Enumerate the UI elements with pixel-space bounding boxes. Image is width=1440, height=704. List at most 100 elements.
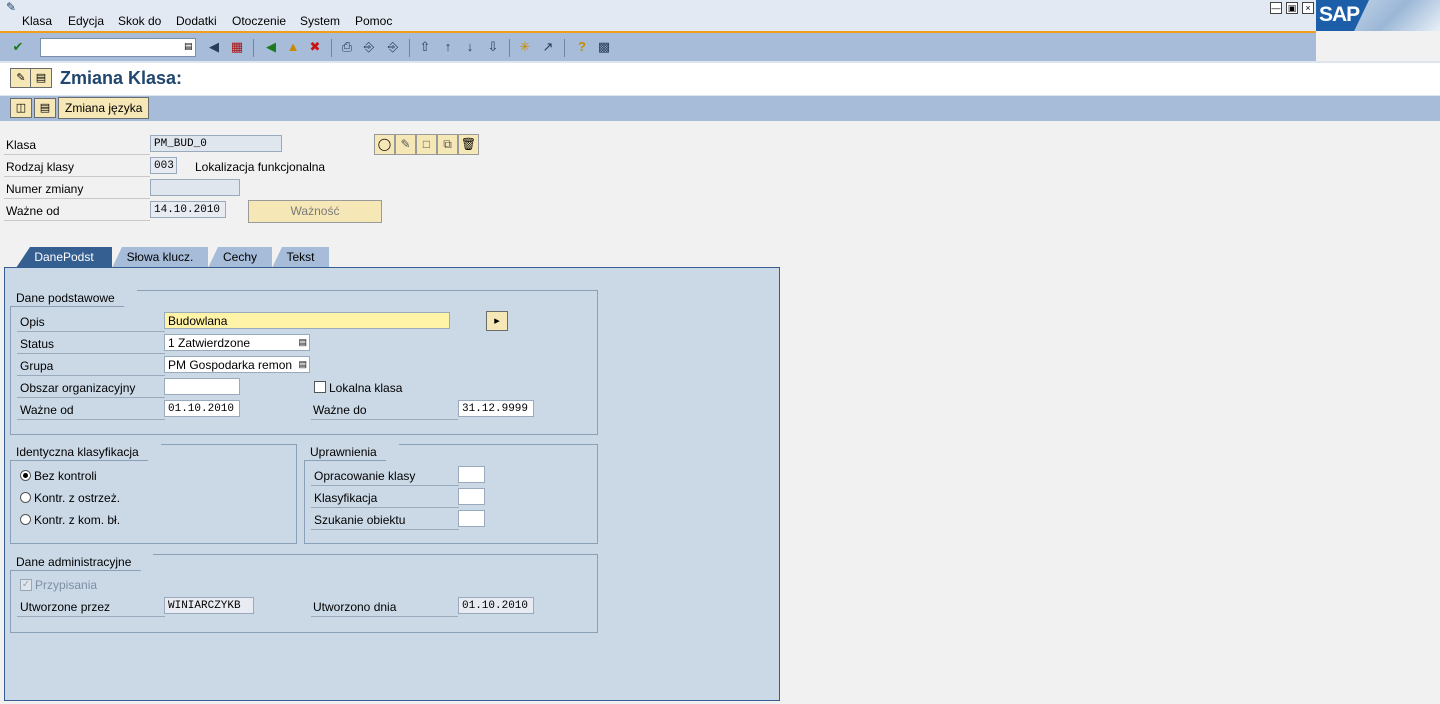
command-field[interactable]: ▤	[40, 38, 196, 57]
wazne-od-field[interactable]: 01.10.2010	[164, 400, 240, 417]
display-change-icon[interactable]: ✎	[10, 68, 32, 88]
restore-icon[interactable]: ▣	[1286, 2, 1298, 14]
row-divider	[4, 176, 150, 177]
tab-slowa-klucz[interactable]: Słowa klucz.	[112, 247, 208, 268]
wazne-od-header-field: 14.10.2010	[150, 201, 226, 218]
row-divider	[4, 154, 150, 155]
szukanie-field[interactable]	[458, 510, 485, 527]
first-page-icon[interactable]: ⇧	[417, 39, 433, 55]
tab-cechy[interactable]: Cechy	[208, 247, 272, 268]
radio-kontr-ostrzez[interactable]	[20, 492, 31, 503]
minimize-icon[interactable]: —	[1270, 2, 1282, 14]
next-page-icon[interactable]: ↓	[462, 39, 478, 55]
menu-otoczenie[interactable]: Otoczenie	[232, 14, 286, 28]
shortcut-icon[interactable]: ↗	[540, 39, 556, 55]
przypisania-checkbox: ✓	[20, 579, 32, 591]
group-basic-data-title: Dane podstawowe	[10, 290, 138, 307]
exit-icon[interactable]: ▲	[285, 39, 301, 55]
rodzaj-klasy-label: Rodzaj klasy	[6, 160, 75, 174]
radio-bez-kontroli[interactable]	[20, 470, 31, 481]
row-divider	[311, 507, 459, 508]
help-icon[interactable]: ?	[574, 39, 590, 55]
radio-kontr-kom-bl-label: Kontr. z kom. bł.	[34, 513, 121, 527]
find-icon[interactable]: ⎆	[361, 39, 377, 55]
display-glasses-icon[interactable]: ◯	[374, 134, 395, 155]
back-arrow-small-icon[interactable]: ◀	[206, 39, 222, 55]
lokalna-klasa-checkbox[interactable]	[314, 381, 326, 393]
change-language-button[interactable]: Zmiana języka	[58, 97, 150, 119]
new-session-icon[interactable]: ✳	[517, 39, 533, 55]
print-icon[interactable]: ⎙	[339, 39, 355, 55]
menu-bar: ✎ Klasa Edycja Skok do Dodatki Otoczenie…	[0, 0, 1440, 31]
menu-edycja[interactable]: Edycja	[68, 14, 104, 28]
layout-menu-icon[interactable]: ▩	[596, 39, 612, 55]
radio-bez-kontroli-label: Bez kontroli	[34, 469, 97, 483]
back-icon[interactable]: ◀	[263, 39, 279, 55]
hierarchy-icon[interactable]: ◫	[10, 98, 32, 118]
wazne-do-field[interactable]: 31.12.9999	[458, 400, 534, 417]
previous-page-icon[interactable]: ↑	[440, 39, 456, 55]
rodzaj-klasy-value: 003	[154, 160, 174, 172]
structure-icon[interactable]: ▤	[34, 98, 56, 118]
row-divider	[17, 616, 165, 617]
grupa-dropdown[interactable]: PM Gospodarka remon ▤	[164, 356, 310, 373]
menu-dodatki[interactable]: Dodatki	[176, 14, 217, 28]
create-doc-icon[interactable]: □	[416, 134, 437, 155]
menu-skok-do[interactable]: Skok do	[118, 14, 161, 28]
menu-toggle-icon[interactable]: ✎	[6, 0, 16, 14]
grupa-label: Grupa	[20, 359, 54, 373]
status-label: Status	[20, 337, 55, 351]
tab-tekst[interactable]: Tekst	[272, 247, 329, 268]
klasyfikacja-label: Klasyfikacja	[314, 491, 378, 505]
wazne-od-label: Ważne od	[20, 403, 74, 417]
row-divider	[17, 419, 165, 420]
row-divider	[4, 220, 150, 221]
dropdown-icon[interactable]: ▤	[298, 337, 307, 348]
other-object-icon[interactable]: ▤	[30, 68, 52, 88]
group-admin-data: Dane administracyjne ✓ Przypisania Utwor…	[10, 554, 598, 633]
opracowanie-label: Opracowanie klasy	[314, 469, 416, 483]
obszar-field[interactable]	[164, 378, 240, 395]
radio-kontr-kom-bl[interactable]	[20, 514, 31, 525]
row-divider	[17, 397, 165, 398]
group-identical-title: Identyczna klasyfikacja	[10, 444, 162, 461]
toolbar-separator	[509, 39, 510, 57]
opracowanie-field[interactable]	[458, 466, 485, 483]
klasyfikacja-field[interactable]	[458, 488, 485, 505]
group-auth-title: Uprawnienia	[304, 444, 400, 461]
page-title: Zmiana Klasa:	[60, 68, 183, 88]
sap-logo: SAP	[1316, 0, 1440, 31]
dropdown-icon[interactable]: ▤	[298, 359, 307, 370]
copy-icon[interactable]: ⧉	[437, 134, 458, 155]
numer-zmiany-field[interactable]	[150, 179, 240, 196]
translate-icon[interactable]: ▸	[486, 311, 508, 331]
close-window-icon[interactable]: ×	[1302, 2, 1314, 14]
przypisania-label: Przypisania	[35, 578, 98, 592]
menu-klasa[interactable]: Klasa	[22, 14, 52, 28]
group-basic-data: Dane podstawowe Opis Budowlana ▸ Status …	[10, 290, 598, 435]
row-divider	[17, 375, 165, 376]
last-page-icon[interactable]: ⇩	[485, 39, 501, 55]
radio-kontr-ostrzez-label: Kontr. z ostrzeż.	[34, 491, 121, 505]
enter-check-icon[interactable]: ✔	[10, 39, 26, 55]
cancel-icon[interactable]: ✖	[307, 39, 323, 55]
menu-system[interactable]: System	[300, 14, 340, 28]
standard-toolbar: ✔ ▤ ◀ ▦ ◀ ▲ ✖ ⎙ ⎆ ⎆ ⇧ ↑ ↓ ⇩ ✳ ↗ ? ▩	[0, 31, 1316, 63]
tab-danepodst[interactable]: DanePodst	[16, 247, 112, 268]
waznosc-button[interactable]: Ważność	[248, 200, 382, 223]
edit-pencil-icon[interactable]: ✎	[395, 134, 416, 155]
status-dropdown[interactable]: 1 Zatwierdzone ▤	[164, 334, 310, 351]
row-divider	[311, 616, 458, 617]
toolbar-separator	[253, 39, 254, 57]
command-history-icon[interactable]: ▤	[184, 41, 193, 52]
delete-trash-icon[interactable]: 🗑	[458, 134, 479, 155]
klasa-field: PM_BUD_0	[150, 135, 282, 152]
menu-pomoc[interactable]: Pomoc	[355, 14, 392, 28]
opis-field[interactable]: Budowlana	[164, 312, 450, 329]
group-identical-classification: Identyczna klasyfikacja Bez kontroli Kon…	[10, 444, 297, 544]
group-admin-title: Dane administracyjne	[10, 554, 154, 571]
numer-zmiany-label: Numer zmiany	[6, 182, 84, 196]
wazne-od-header-label: Ważne od	[6, 204, 60, 218]
find-next-icon[interactable]: ⎆	[385, 39, 401, 55]
save-icon[interactable]: ▦	[229, 39, 245, 55]
